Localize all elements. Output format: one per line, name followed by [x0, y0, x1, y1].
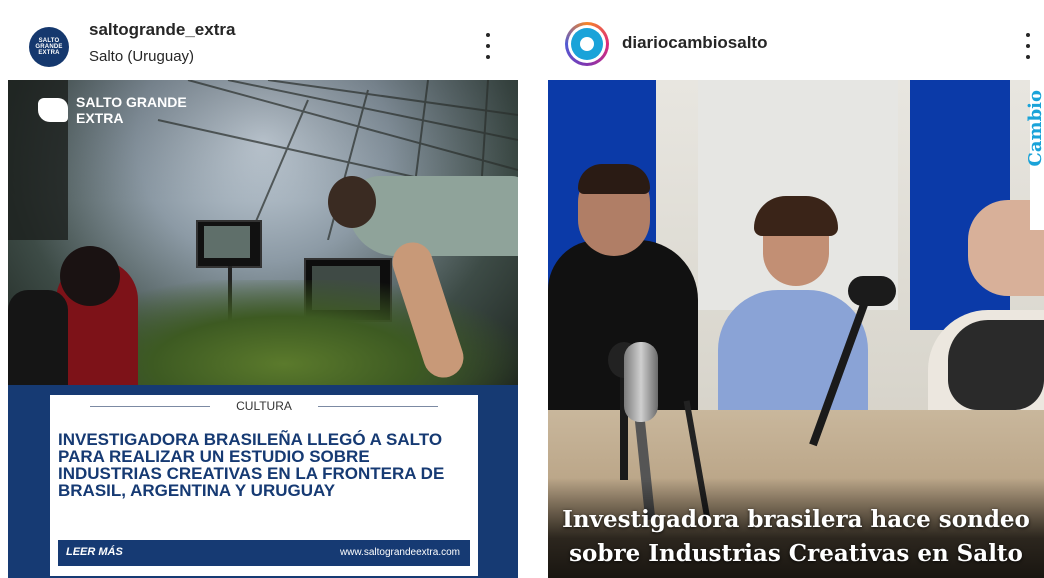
card-footer: LEER MÁS www.saltograndeextra.com [58, 540, 470, 566]
location[interactable]: Salto (Uruguay) [89, 48, 194, 65]
person-seated-head [60, 246, 120, 306]
avatar[interactable]: SALTO GRANDE EXTRA [29, 27, 69, 67]
cambio-logo-icon [571, 28, 603, 60]
person-leaning [348, 176, 518, 256]
post-header: diariocambiosalto [540, 0, 1044, 80]
website-url[interactable]: www.saltograndeextra.com [340, 547, 460, 558]
caption-line-1: Investigadora brasilera hace sondeo [562, 506, 1030, 533]
logo-line-1: SALTO GRANDE [76, 94, 187, 110]
chair [8, 290, 68, 385]
post-saltogrande: SALTO GRANDE EXTRA saltogrande_extra Sal… [0, 0, 528, 578]
article-card: CULTURA INVESTIGADORA BRASILEÑA LLEGÓ A … [50, 395, 478, 576]
post-header: SALTO GRANDE EXTRA saltogrande_extra Sal… [0, 0, 528, 80]
person-woman-hair [754, 196, 838, 236]
film-set-photo: SALTO GRANDE EXTRA [8, 80, 518, 385]
microphone-head [848, 276, 896, 306]
person-man-hair [578, 164, 650, 194]
avatar-text-3: EXTRA [38, 50, 60, 56]
person-head [328, 176, 376, 228]
article-headline: INVESTIGADORA BRASILEÑA LLEGÓ A SALTO PA… [58, 430, 445, 500]
microphone-head [624, 342, 658, 422]
avatar[interactable] [565, 22, 609, 66]
post-image[interactable]: Cambio Investigadora brasilera hace sond… [548, 80, 1044, 578]
username[interactable]: diariocambiosalto [622, 33, 767, 53]
logo-line-2: EXTRA [76, 110, 124, 126]
category-label: CULTURA [236, 399, 292, 413]
more-options-icon[interactable] [1025, 33, 1031, 59]
cambio-logo-text: Cambio [1025, 90, 1044, 167]
post-image[interactable]: SALTO GRANDE EXTRA CULTURA INVESTIGADORA… [8, 80, 518, 578]
caption-line-2: sobre Industrias Creativas en Salto [569, 540, 1023, 567]
person-woman2-collar [948, 320, 1044, 410]
read-more-link[interactable]: LEER MÁS [66, 546, 123, 558]
more-options-icon[interactable] [485, 33, 491, 59]
monitor-1-screen [204, 226, 250, 258]
username[interactable]: saltogrande_extra [89, 20, 235, 40]
cambio-side-logo: Cambio [1025, 80, 1044, 230]
logo-shape [38, 98, 68, 122]
info-panel: CULTURA INVESTIGADORA BRASILEÑA LLEGÓ A … [8, 385, 518, 578]
